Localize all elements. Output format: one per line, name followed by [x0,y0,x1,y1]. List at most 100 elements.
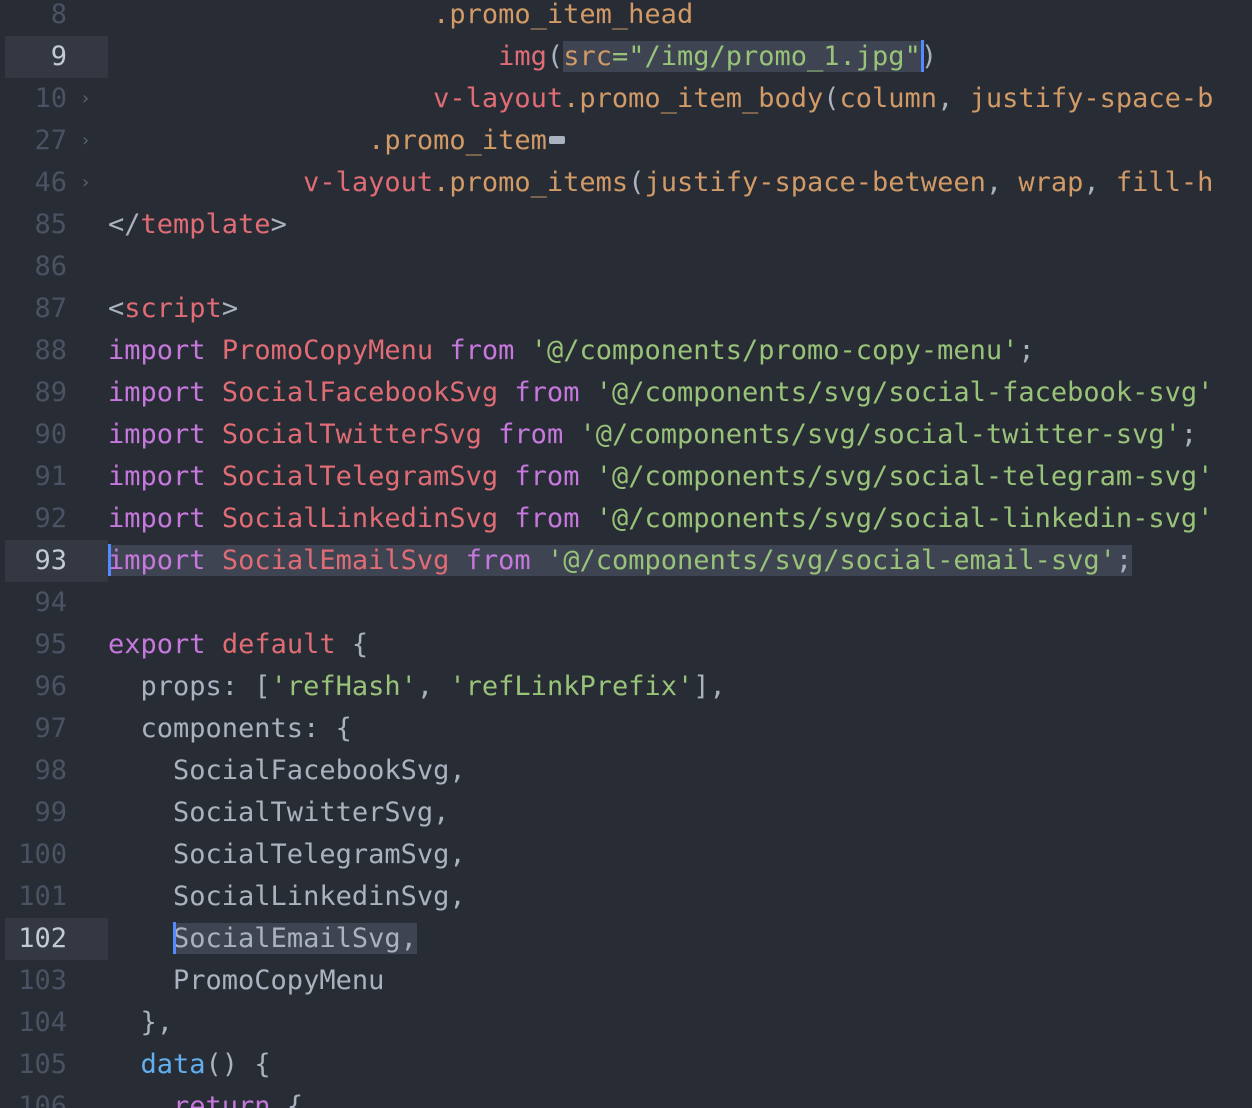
line-gutter[interactable]: 96 [0,666,108,708]
code-line[interactable]: 97 components: { [0,708,1252,750]
line-code[interactable]: import SocialTelegramSvg from '@/compone… [108,456,1213,498]
code-line[interactable]: 93 import SocialEmailSvg from '@/componen… [0,540,1252,582]
line-gutter[interactable]: 94 [0,582,108,624]
code-token: SocialLinkedinSvg [221,503,499,534]
line-gutter[interactable]: 91 [0,456,108,498]
code-token: ( [628,167,645,198]
code-token: fill-h [1115,167,1214,198]
line-gutter[interactable]: 9 [5,36,108,78]
line-gutter[interactable]: 93 [5,540,108,582]
code-line[interactable]: 91 import SocialTelegramSvg from '@/compo… [0,456,1252,498]
code-line[interactable]: 102 SocialEmailSvg, [0,918,1252,960]
line-code[interactable]: </template> [108,204,287,246]
line-code[interactable]: v-layout.promo_item_body(column, justify… [108,78,1213,120]
text-cursor [173,921,177,954]
line-code[interactable]: SocialEmailSvg, [108,918,417,960]
code-line[interactable]: 27 › .promo_item [0,120,1252,162]
line-gutter[interactable]: 102 [5,918,108,960]
line-number: 91 [34,461,67,492]
code-editor[interactable]: 8 .promo_item_head 9 img(src="/img/promo_… [0,0,1252,1108]
code-line[interactable]: 105 data() { [0,1044,1252,1086]
line-gutter[interactable]: 92 [0,498,108,540]
code-line[interactable]: 92 import SocialLinkedinSvg from '@/compo… [0,498,1252,540]
code-line[interactable]: 90 import SocialTwitterSvg from '@/compon… [0,414,1252,456]
line-gutter[interactable]: 85 [0,204,108,246]
code-line[interactable]: 103 PromoCopyMenu [0,960,1252,1002]
line-gutter[interactable]: 89 [0,372,108,414]
line-code[interactable]: SocialFacebookSvg, [108,750,466,792]
code-line[interactable]: 46 › v-layout.promo_items(justify-space-b… [0,162,1252,204]
line-number: 97 [34,713,67,744]
fold-chevron-icon[interactable]: › [80,120,91,162]
code-line[interactable]: 100 SocialTelegramSvg, [0,834,1252,876]
line-code[interactable]: SocialTelegramSvg, [108,834,466,876]
line-code[interactable]: }, [108,1002,174,1044]
code-line[interactable]: 95 export default { [0,624,1252,666]
line-gutter[interactable]: 87 [0,288,108,330]
code-token: return [173,1091,271,1108]
line-gutter[interactable]: 103 [0,960,108,1002]
line-code[interactable]: import SocialFacebookSvg from '@/compone… [108,372,1213,414]
code-line[interactable]: 86 [0,246,1252,288]
code-line[interactable]: 89 import SocialFacebookSvg from '@/compo… [0,372,1252,414]
code-line[interactable]: 8 .promo_item_head [0,0,1252,36]
folded-ellipsis-icon[interactable] [548,135,565,144]
line-code[interactable]: img(src="/img/promo_1.jpg") [108,36,937,78]
code-line[interactable]: 99 SocialTwitterSvg, [0,792,1252,834]
code-line[interactable]: 10 › v-layout.promo_item_body(column, jus… [0,78,1252,120]
line-gutter[interactable]: 105 [0,1044,108,1086]
line-gutter[interactable]: 90 [0,414,108,456]
line-code[interactable]: PromoCopyMenu [108,960,384,1002]
code-token: > [221,293,239,324]
line-number: 9 [50,41,67,72]
line-code[interactable]: import SocialEmailSvg from '@/components… [108,540,1133,582]
fold-chevron-icon[interactable]: › [80,162,91,204]
line-gutter[interactable]: 97 [0,708,108,750]
code-token: components [108,713,304,744]
line-gutter[interactable]: 88 [0,330,108,372]
line-gutter[interactable]: 8 [0,0,108,36]
code-line[interactable]: 104 }, [0,1002,1252,1044]
fold-chevron-icon[interactable]: › [80,78,91,120]
code-line[interactable]: 9 img(src="/img/promo_1.jpg") [0,36,1252,78]
code-token: ( [823,83,840,114]
line-code[interactable]: SocialLinkedinSvg, [108,876,466,918]
line-code[interactable]: data() { [108,1044,271,1086]
code-line[interactable]: 85 </template> [0,204,1252,246]
code-line[interactable]: 87 <script> [0,288,1252,330]
line-code[interactable]: import PromoCopyMenu from '@/components/… [108,330,1035,372]
code-line[interactable]: 106 return { [0,1086,1252,1108]
line-gutter[interactable]: 86 [0,246,108,288]
line-code[interactable]: components: { [108,708,352,750]
line-code[interactable]: export default { [108,624,368,666]
code-line[interactable]: 96 props: ['refHash', 'refLinkPrefix'], [0,666,1252,708]
line-code[interactable]: v-layout.promo_items(justify-space-betwe… [108,162,1213,204]
code-token: props [108,671,222,702]
code-line[interactable]: 88 import PromoCopyMenu from '@/component… [0,330,1252,372]
line-code[interactable]: .promo_item [108,120,565,162]
line-code[interactable]: .promo_item_head [108,0,693,36]
line-gutter[interactable]: 99 [0,792,108,834]
line-code[interactable]: props: ['refHash', 'refLinkPrefix'], [108,666,726,708]
line-code[interactable]: import SocialLinkedinSvg from '@/compone… [108,498,1213,540]
line-gutter[interactable]: 100 [0,834,108,876]
line-gutter[interactable]: 46 › [0,162,108,204]
line-code[interactable]: return { [108,1086,303,1108]
code-line[interactable]: 98 SocialFacebookSvg, [0,750,1252,792]
line-gutter[interactable]: 95 [0,624,108,666]
line-gutter[interactable]: 98 [0,750,108,792]
line-code[interactable]: import SocialTwitterSvg from '@/componen… [108,414,1197,456]
line-gutter[interactable]: 104 [0,1002,108,1044]
code-line[interactable]: 94 [0,582,1252,624]
line-gutter[interactable]: 27 › [0,120,108,162]
line-gutter[interactable]: 101 [0,876,108,918]
line-code[interactable]: SocialTwitterSvg, [108,792,449,834]
code-token: ( [546,41,564,72]
line-gutter[interactable]: 106 [0,1086,108,1108]
code-line[interactable]: 101 SocialLinkedinSvg, [0,876,1252,918]
line-code[interactable]: <script> [108,288,238,330]
line-gutter[interactable]: 10 › [0,78,108,120]
code-token: '@/components/svg/social-email-svg' [546,545,1116,576]
